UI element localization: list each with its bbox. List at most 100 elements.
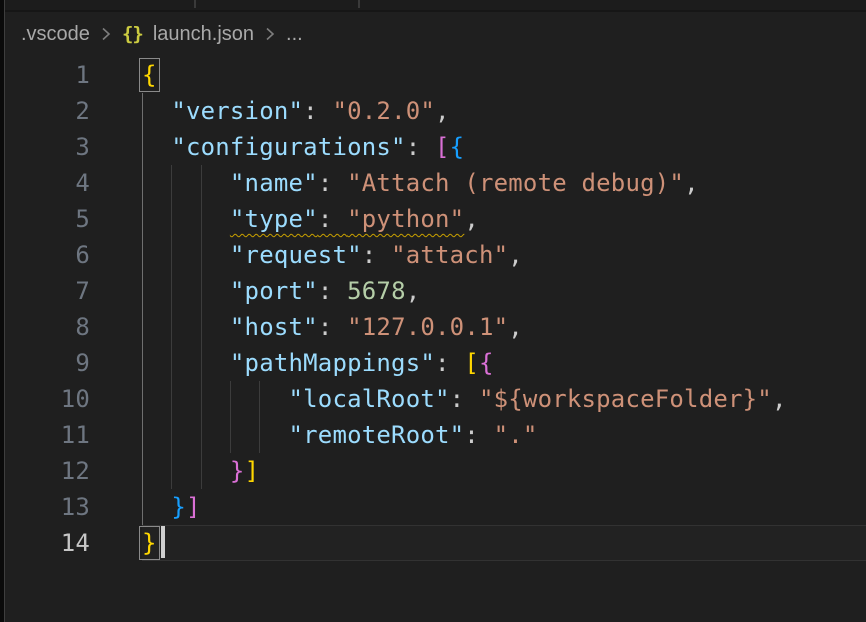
code-content[interactable]: "pathMappings": [{ [142, 345, 866, 381]
code-content[interactable]: "host": "127.0.0.1", [142, 309, 866, 345]
code-line[interactable]: 6 "request": "attach", [5, 237, 866, 273]
code-line[interactable]: 7 "port": 5678, [5, 273, 866, 309]
indent-guide [201, 309, 202, 345]
token: "python" [347, 205, 464, 233]
indent-guide [171, 381, 172, 417]
line-number[interactable]: 6 [5, 237, 90, 273]
code-content[interactable]: } [142, 525, 866, 561]
code-line[interactable]: 10 "localRoot": "${workspaceFolder}", [5, 381, 866, 417]
breadcrumb-ellipsis[interactable]: ... [286, 23, 303, 46]
code-content[interactable]: { [142, 57, 866, 93]
token: 5678 [347, 277, 406, 305]
tab-segment[interactable] [360, 0, 866, 10]
code-area[interactable]: 1{2 "version": "0.2.0",3 "configurations… [5, 57, 866, 622]
line-number[interactable]: 2 [5, 93, 90, 129]
indent-guide [142, 417, 143, 453]
token: , [435, 97, 450, 125]
line-number[interactable]: 9 [5, 345, 90, 381]
left-edge-border [0, 0, 5, 622]
line-number[interactable]: 7 [5, 273, 90, 309]
indent-guide [201, 237, 202, 273]
indent-guide [142, 237, 143, 273]
token: "pathMappings" [230, 349, 435, 377]
token: : [318, 169, 347, 197]
indent-guide [201, 345, 202, 381]
code-content[interactable]: }] [142, 453, 866, 489]
token: "remoteRoot" [289, 421, 465, 449]
line-number[interactable]: 12 [5, 453, 90, 489]
token: "version" [171, 97, 303, 125]
indent-guide [171, 453, 172, 489]
indent-guide [201, 417, 202, 453]
token: "port" [230, 277, 318, 305]
code-content[interactable]: "localRoot": "${workspaceFolder}", [142, 381, 866, 417]
line-number[interactable]: 8 [5, 309, 90, 345]
token: ] [245, 457, 260, 485]
token: { [450, 133, 465, 161]
bracket-match: } [142, 529, 157, 557]
indent-guide [142, 165, 143, 201]
indent-guide [142, 201, 143, 237]
token [142, 277, 230, 305]
token: { [479, 349, 494, 377]
token [142, 421, 289, 449]
token [142, 313, 230, 341]
line-number[interactable]: 1 [5, 57, 90, 93]
code-line[interactable]: 12 }] [5, 453, 866, 489]
line-number[interactable]: 3 [5, 129, 90, 165]
line-number[interactable]: 13 [5, 489, 90, 525]
token: , [508, 313, 523, 341]
code-line[interactable]: 5 "type": "python", [5, 201, 866, 237]
indent-guide [171, 309, 172, 345]
indent-guide [142, 93, 143, 129]
indent-guide [142, 381, 143, 417]
breadcrumb-folder[interactable]: .vscode [21, 23, 90, 46]
indent-guide [171, 273, 172, 309]
indent-guide [142, 345, 143, 381]
token: "127.0.0.1" [347, 313, 508, 341]
code-content[interactable]: "configurations": [{ [142, 129, 866, 165]
indent-guide [259, 381, 260, 417]
code-line[interactable]: 13 }] [5, 489, 866, 525]
code-line[interactable]: 3 "configurations": [{ [5, 129, 866, 165]
line-number[interactable]: 10 [5, 381, 90, 417]
code-line[interactable]: 8 "host": "127.0.0.1", [5, 309, 866, 345]
code-line[interactable]: 11 "remoteRoot": "." [5, 417, 866, 453]
token: "." [494, 421, 538, 449]
indent-guide [201, 201, 202, 237]
code-line[interactable]: 2 "version": "0.2.0", [5, 93, 866, 129]
token: "0.2.0" [332, 97, 435, 125]
code-line[interactable]: 9 "pathMappings": [{ [5, 345, 866, 381]
token [142, 385, 289, 413]
code-content[interactable]: "remoteRoot": "." [142, 417, 866, 453]
code-line[interactable]: 14} [5, 525, 866, 561]
code-content[interactable]: "name": "Attach (remote debug)", [142, 165, 866, 201]
tab-strip [5, 0, 866, 12]
token [142, 169, 230, 197]
token: "Attach (remote debug)" [347, 169, 684, 197]
code-content[interactable]: "port": 5678, [142, 273, 866, 309]
code-content[interactable]: "request": "attach", [142, 237, 866, 273]
line-number[interactable]: 4 [5, 165, 90, 201]
tab-segment[interactable] [5, 0, 194, 10]
json-braces-icon: {} [122, 23, 143, 45]
tab-segment[interactable] [196, 0, 358, 10]
indent-guide [201, 453, 202, 489]
token: "configurations" [171, 133, 405, 161]
bracket-match: { [142, 61, 157, 89]
token: , [508, 241, 523, 269]
code-line[interactable]: 1{ [5, 57, 866, 93]
token: : [406, 133, 435, 161]
indent-guide [142, 489, 143, 525]
line-number[interactable]: 11 [5, 417, 90, 453]
token: "request" [230, 241, 362, 269]
code-content[interactable]: "version": "0.2.0", [142, 93, 866, 129]
breadcrumb-file[interactable]: launch.json [153, 23, 254, 46]
token: , [772, 385, 787, 413]
token: , [684, 169, 699, 197]
code-line[interactable]: 4 "name": "Attach (remote debug)", [5, 165, 866, 201]
code-content[interactable]: "type": "python", [142, 201, 866, 237]
code-content[interactable]: }] [142, 489, 866, 525]
line-number[interactable]: 14 [5, 525, 90, 561]
line-number[interactable]: 5 [5, 201, 90, 237]
